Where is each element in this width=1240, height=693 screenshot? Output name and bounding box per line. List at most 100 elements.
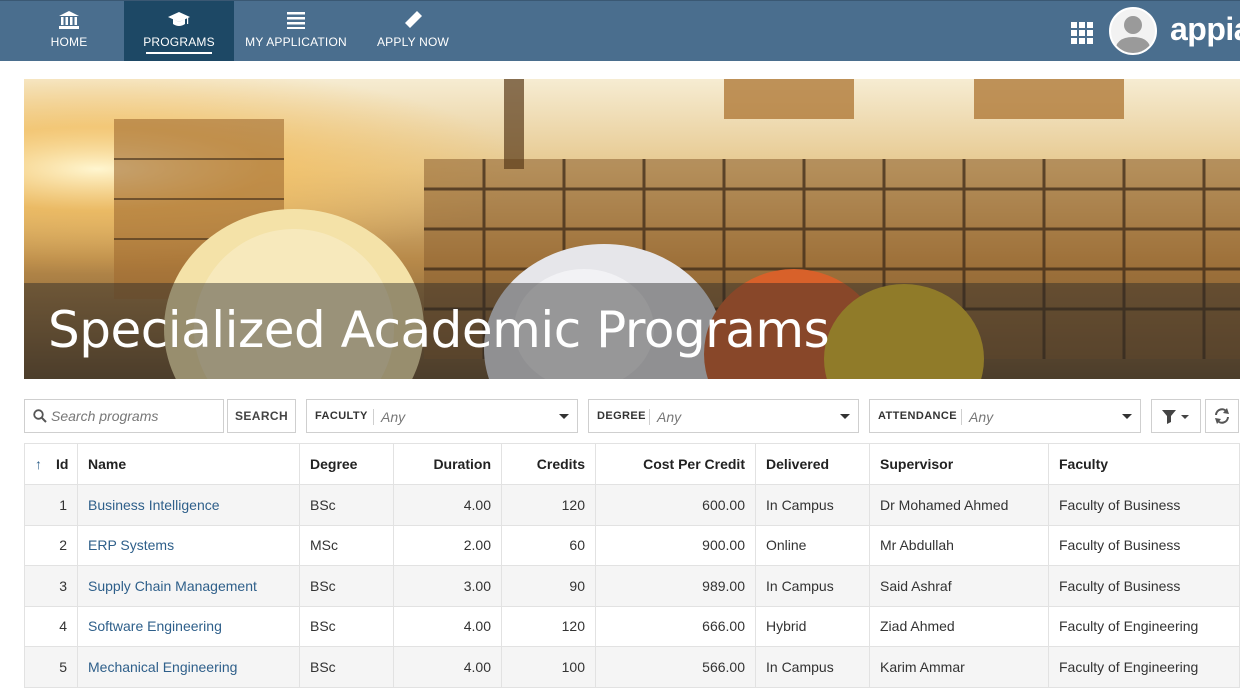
table-row: 4 Software Engineering BSc 4.00 120 666.…	[24, 605, 1240, 647]
cell-supervisor: Mr Abdullah	[869, 524, 1049, 566]
column-header-id-label: Id	[56, 456, 69, 472]
cell-credits: 120	[501, 484, 596, 526]
nav-home[interactable]: HOME	[14, 1, 124, 61]
cell-cost-per-credit: 600.00	[595, 484, 756, 526]
nav-apply-now[interactable]: APPLY NOW	[364, 1, 462, 61]
cell-duration: 3.00	[393, 565, 502, 607]
table-row: 3 Supply Chain Management BSc 3.00 90 98…	[24, 565, 1240, 607]
cell-supervisor: Karim Ammar	[869, 646, 1049, 688]
cell-credits: 60	[501, 524, 596, 566]
column-header-id[interactable]: ↑ Id	[24, 443, 78, 485]
column-header-degree[interactable]: Degree	[299, 443, 394, 485]
nav-programs-label: PROGRAMS	[143, 35, 215, 49]
cell-faculty: Faculty of Engineering	[1048, 646, 1240, 688]
brand-logo: appian	[1170, 11, 1240, 47]
hero-banner: Specialized Academic Programs	[24, 79, 1240, 379]
apps-grid-icon[interactable]	[1071, 22, 1093, 44]
refresh-button[interactable]	[1205, 399, 1239, 433]
column-header-name[interactable]: Name	[77, 443, 300, 485]
bank-icon	[14, 9, 124, 31]
column-header-cost-per-credit[interactable]: Cost Per Credit	[595, 443, 756, 485]
degree-separator	[649, 409, 650, 425]
table-row: 2 ERP Systems MSc 2.00 60 900.00 Online …	[24, 524, 1240, 566]
faculty-value: Any	[381, 409, 406, 425]
search-field[interactable]	[24, 399, 224, 433]
faculty-separator	[373, 409, 374, 425]
cell-delivered: In Campus	[755, 646, 870, 688]
filter-icon	[1162, 410, 1189, 424]
cell-supervisor: Dr Mohamed Ahmed	[869, 484, 1049, 526]
cell-degree: BSc	[299, 565, 394, 607]
sort-ascending-icon: ↑	[35, 456, 42, 472]
table-header-row: ↑ Id Name Degree Duration Credits Cost Pe…	[24, 443, 1240, 485]
column-header-duration[interactable]: Duration	[393, 443, 502, 485]
cell-cost-per-credit: 566.00	[595, 646, 756, 688]
search-button[interactable]: SEARCH	[227, 399, 296, 433]
cell-credits: 120	[501, 605, 596, 647]
filter-button[interactable]	[1151, 399, 1201, 433]
cell-duration: 4.00	[393, 484, 502, 526]
cell-id: 2	[24, 524, 78, 566]
page-title: Specialized Academic Programs	[48, 301, 830, 359]
cell-credits: 100	[501, 646, 596, 688]
attendance-separator	[961, 409, 962, 425]
cell-faculty: Faculty of Business	[1048, 484, 1240, 526]
chevron-down-icon	[1122, 414, 1132, 419]
cell-id: 3	[24, 565, 78, 607]
search-icon	[33, 409, 47, 428]
chevron-down-icon	[559, 414, 569, 419]
cell-faculty: Faculty of Business	[1048, 524, 1240, 566]
nav-apply-now-label: APPLY NOW	[376, 35, 450, 49]
column-header-delivered[interactable]: Delivered	[755, 443, 870, 485]
cell-duration: 2.00	[393, 524, 502, 566]
cell-degree: BSc	[299, 484, 394, 526]
cell-cost-per-credit: 900.00	[595, 524, 756, 566]
cell-duration: 4.00	[393, 646, 502, 688]
attendance-value: Any	[969, 409, 994, 425]
refresh-icon	[1215, 408, 1229, 424]
cell-faculty: Faculty of Engineering	[1048, 605, 1240, 647]
degree-dropdown[interactable]: DEGREE Any	[588, 399, 859, 433]
column-header-credits[interactable]: Credits	[501, 443, 596, 485]
cell-cost-per-credit: 666.00	[595, 605, 756, 647]
attendance-label: ATTENDANCE	[878, 410, 957, 422]
cell-faculty: Faculty of Business	[1048, 565, 1240, 607]
cell-supervisor: Said Ashraf	[869, 565, 1049, 607]
program-name-link[interactable]: ERP Systems	[77, 524, 300, 566]
nav-programs[interactable]: PROGRAMS	[124, 1, 234, 61]
top-nav-bar: HOME PROGRAMS MY APPLICATION APPLY NOW a…	[0, 0, 1240, 61]
cell-supervisor: Ziad Ahmed	[869, 605, 1049, 647]
faculty-label: FACULTY	[315, 410, 368, 422]
cell-cost-per-credit: 989.00	[595, 565, 756, 607]
cell-degree: BSc	[299, 605, 394, 647]
chevron-down-icon	[840, 414, 850, 419]
cell-degree: BSc	[299, 646, 394, 688]
column-header-supervisor[interactable]: Supervisor	[869, 443, 1049, 485]
degree-label: DEGREE	[597, 410, 646, 422]
pencil-icon	[364, 9, 462, 31]
graduation-cap-icon	[124, 9, 234, 31]
program-name-link[interactable]: Supply Chain Management	[77, 565, 300, 607]
program-name-link[interactable]: Mechanical Engineering	[77, 646, 300, 688]
program-name-link[interactable]: Business Intelligence	[77, 484, 300, 526]
nav-my-application[interactable]: MY APPLICATION	[236, 1, 356, 61]
table-row: 5 Mechanical Engineering BSc 4.00 100 56…	[24, 646, 1240, 688]
nav-home-label: HOME	[50, 35, 88, 49]
cell-delivered: Online	[755, 524, 870, 566]
cell-credits: 90	[501, 565, 596, 607]
cell-delivered: In Campus	[755, 565, 870, 607]
cell-id: 4	[24, 605, 78, 647]
column-header-faculty[interactable]: Faculty	[1048, 443, 1240, 485]
user-avatar-icon[interactable]	[1109, 7, 1157, 55]
active-tab-underline	[146, 52, 212, 54]
search-input[interactable]	[51, 401, 221, 431]
list-icon	[236, 9, 356, 31]
attendance-dropdown[interactable]: ATTENDANCE Any	[869, 399, 1141, 433]
cell-duration: 4.00	[393, 605, 502, 647]
cell-id: 5	[24, 646, 78, 688]
table-row: 1 Business Intelligence BSc 4.00 120 600…	[24, 484, 1240, 526]
cell-delivered: In Campus	[755, 484, 870, 526]
faculty-dropdown[interactable]: FACULTY Any	[306, 399, 578, 433]
program-name-link[interactable]: Software Engineering	[77, 605, 300, 647]
cell-degree: MSc	[299, 524, 394, 566]
